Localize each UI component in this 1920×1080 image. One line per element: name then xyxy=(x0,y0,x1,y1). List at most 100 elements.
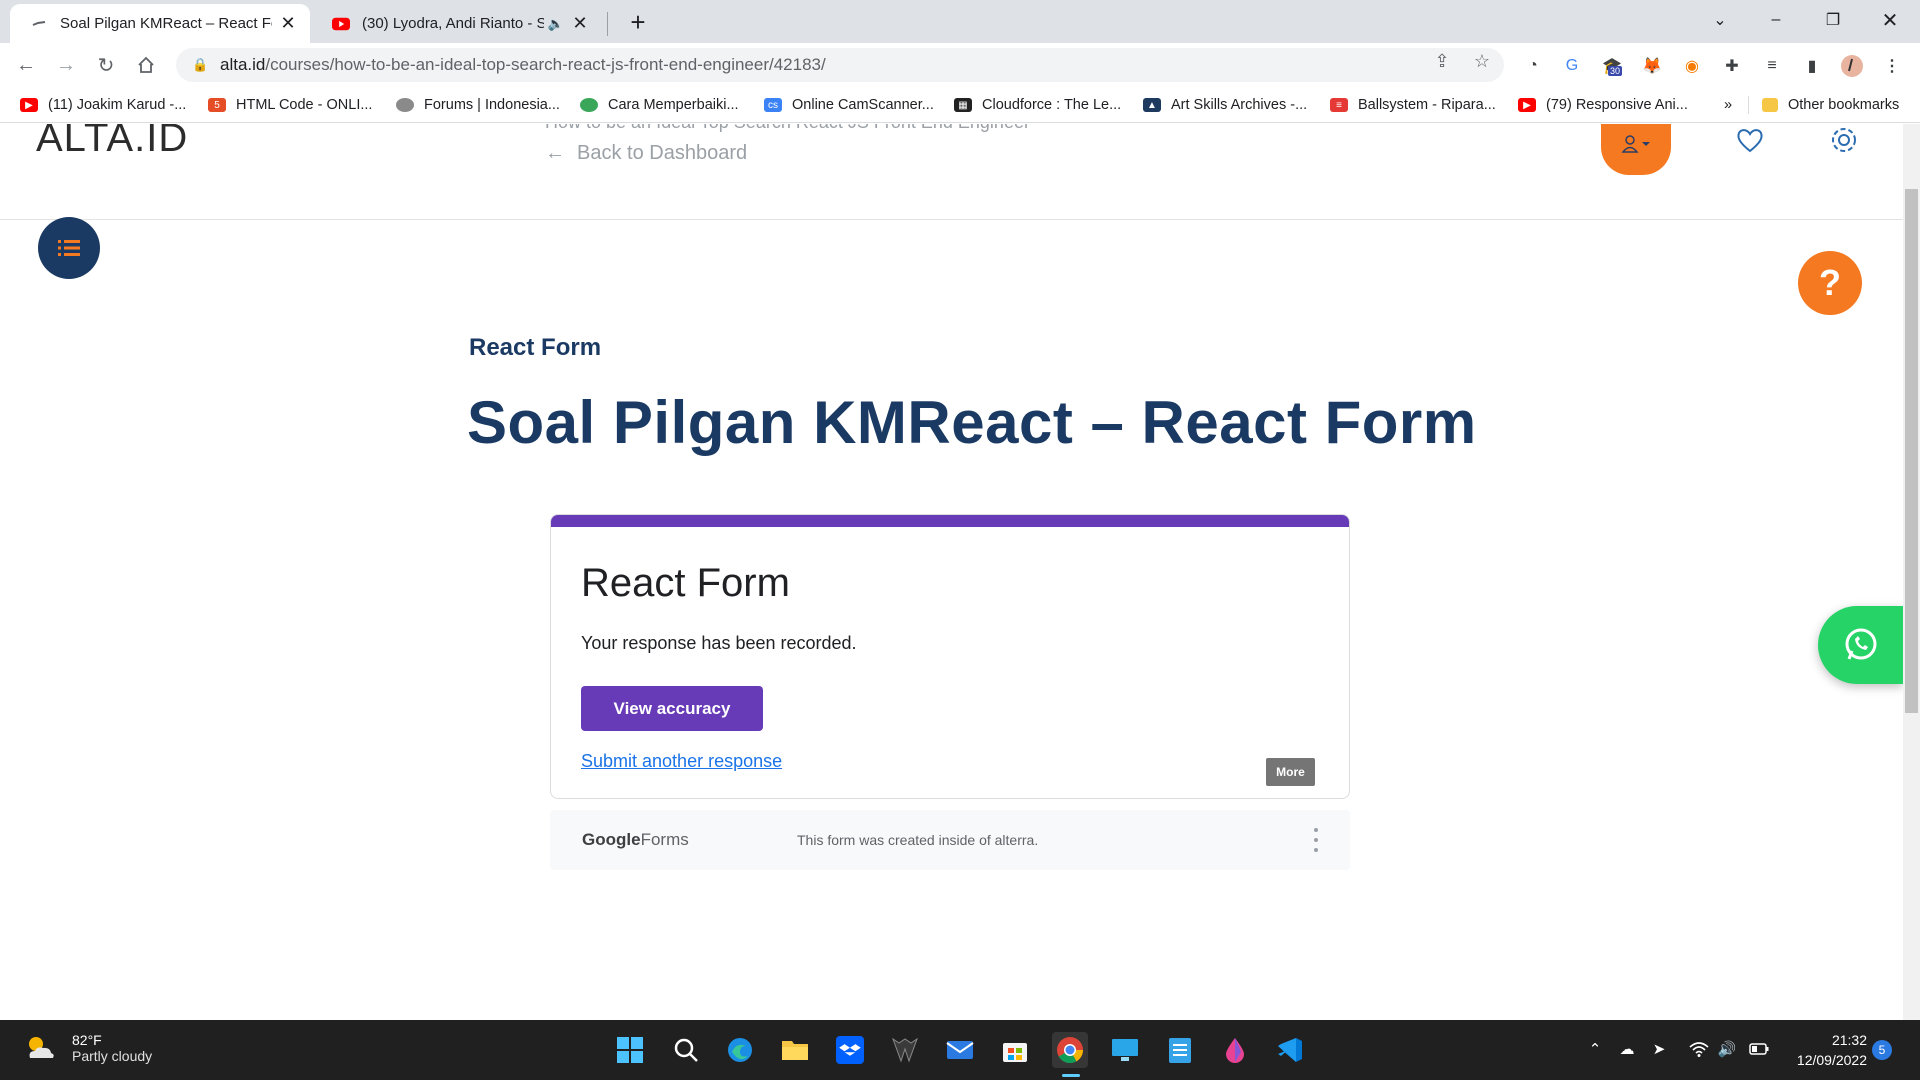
back-link-label: Back to Dashboard xyxy=(577,142,748,164)
extension-badge: 30 xyxy=(1608,66,1623,76)
bookmark-item[interactable]: ≡ Ballsystem - Ripara... xyxy=(1330,95,1496,115)
list-icon xyxy=(58,240,80,256)
chrome-icon[interactable] xyxy=(1052,1032,1088,1068)
forward-button[interactable]: → xyxy=(50,49,82,81)
chrome-menu-icon[interactable]: ⋮ xyxy=(1880,54,1904,78)
file-explorer-icon[interactable] xyxy=(777,1032,813,1068)
address-bar[interactable]: 🔒 alta.id/courses/how-to-be-an-ideal-top… xyxy=(176,48,1504,82)
submit-another-response-link[interactable]: Submit another response xyxy=(581,751,782,772)
back-button[interactable]: ← xyxy=(10,49,42,81)
user-icon xyxy=(1621,134,1650,153)
translate-extension-icon[interactable]: G xyxy=(1560,54,1584,78)
scholar-extension-icon[interactable]: 🎓 30 xyxy=(1600,54,1624,78)
speaker-icon[interactable]: 🔈 xyxy=(548,16,564,32)
extensions-puzzle-icon[interactable]: ✚ xyxy=(1720,54,1744,78)
profile-avatar[interactable] xyxy=(1840,54,1864,78)
course-title: How to be an Ideal Top Search React JS F… xyxy=(545,124,1030,133)
url-path: /courses/how-to-be-an-ideal-top-search-r… xyxy=(265,55,826,74)
home-icon xyxy=(138,56,154,73)
weather-condition: Partly cloudy xyxy=(72,1048,153,1064)
cloudforce-icon: ▦ xyxy=(954,98,972,112)
honey-extension-icon[interactable]: ◉ xyxy=(1680,54,1704,78)
home-button[interactable] xyxy=(130,49,162,81)
remote-desktop-icon[interactable] xyxy=(1107,1032,1143,1068)
youtube-icon: ▶ xyxy=(1518,98,1536,112)
dropbox-icon[interactable] xyxy=(832,1032,868,1068)
tab-inactive[interactable]: (30) Lyodra, Andi Rianto - Sa 🔈 ✕ xyxy=(312,4,602,43)
view-accuracy-button[interactable]: View accuracy xyxy=(581,686,763,731)
help-button[interactable]: ? xyxy=(1798,251,1862,315)
notification-badge[interactable]: 5 xyxy=(1872,1040,1892,1060)
back-to-dashboard-link[interactable]: ← Back to Dashboard xyxy=(545,142,747,165)
lock-icon[interactable]: 🔒 xyxy=(192,57,208,73)
speed-extension-icon[interactable]: ◔ xyxy=(1521,54,1545,78)
web-page: ALTA.ID How to be an Ideal Top Search Re… xyxy=(0,124,1920,1020)
onedrive-icon[interactable]: ☁ xyxy=(1616,1038,1638,1060)
reading-list-icon[interactable]: ≡ xyxy=(1760,54,1784,78)
google-form-embed: React Form Your response has been record… xyxy=(550,514,1350,924)
minimize-button[interactable]: – xyxy=(1748,0,1804,40)
weather-widget[interactable]: 82°F Partly cloudy xyxy=(24,1032,152,1064)
whatsapp-button[interactable] xyxy=(1818,606,1903,684)
metamask-extension-icon[interactable]: 🦊 xyxy=(1640,54,1664,78)
new-tab-button[interactable]: + xyxy=(622,6,654,38)
bookmark-item[interactable]: ▶ (11) Joakim Karud -... xyxy=(20,95,186,115)
site-logo[interactable]: ALTA.ID xyxy=(36,124,188,161)
more-options-icon[interactable] xyxy=(1312,828,1320,852)
form-accent-bar xyxy=(551,515,1349,527)
bookmark-item[interactable]: Forums | Indonesia... xyxy=(396,95,560,115)
mail-icon[interactable] xyxy=(942,1032,978,1068)
heart-icon[interactable] xyxy=(1734,124,1766,156)
browser-tab-strip: Soal Pilgan KMReact – React Forn ✕ (30) … xyxy=(0,0,1920,43)
start-button[interactable] xyxy=(612,1032,648,1068)
page-scrollbar[interactable] xyxy=(1903,124,1920,1020)
side-panel-icon[interactable]: ▮ xyxy=(1800,54,1824,78)
predator-sense-icon[interactable] xyxy=(887,1032,923,1068)
battery-icon[interactable] xyxy=(1748,1038,1770,1060)
volume-icon[interactable]: 🔊 xyxy=(1716,1038,1738,1060)
close-window-button[interactable]: ✕ xyxy=(1862,0,1918,40)
bookmark-item[interactable]: Cara Memperbaiki... xyxy=(580,95,739,115)
wifi-icon[interactable] xyxy=(1688,1038,1710,1060)
microsoft-store-icon[interactable] xyxy=(997,1032,1033,1068)
tab-active[interactable]: Soal Pilgan KMReact – React Forn ✕ xyxy=(10,4,310,43)
page-favicon-icon xyxy=(30,15,48,33)
site-header: ALTA.ID How to be an Ideal Top Search Re… xyxy=(0,124,1903,220)
user-menu-button[interactable] xyxy=(1601,124,1671,175)
other-bookmarks[interactable]: Other bookmarks xyxy=(1762,95,1899,115)
bookmark-star-icon[interactable]: ☆ xyxy=(1472,51,1492,71)
bookmark-item[interactable]: ▲ Art Skills Archives -... xyxy=(1143,95,1307,115)
notepad-icon[interactable] xyxy=(1162,1032,1198,1068)
tab-search-icon[interactable]: ⌄ xyxy=(1692,0,1748,40)
art-icon: ▲ xyxy=(1143,98,1161,112)
more-button[interactable]: More xyxy=(1266,758,1315,786)
bookmark-item[interactable]: cs Online CamScanner... xyxy=(764,95,934,115)
restore-button[interactable]: ❐ xyxy=(1805,0,1861,40)
telegram-icon[interactable]: ➤ xyxy=(1648,1038,1670,1060)
scrollbar-thumb[interactable] xyxy=(1905,189,1918,713)
google-forms-brand[interactable]: GoogleForms xyxy=(582,830,689,850)
youtube-icon xyxy=(332,15,350,33)
reload-button[interactable]: ↻ xyxy=(90,49,122,81)
close-tab-icon[interactable]: ✕ xyxy=(278,13,298,34)
paint-icon[interactable] xyxy=(1217,1032,1253,1068)
windows-taskbar: 82°F Partly cloudy ⌃ ☁ ➤ 🔊 21:32 12/09/2… xyxy=(0,1020,1920,1080)
vscode-icon[interactable] xyxy=(1272,1032,1308,1068)
edge-icon[interactable] xyxy=(722,1032,758,1068)
course-menu-button[interactable] xyxy=(38,217,100,279)
share-icon[interactable]: ⇪ xyxy=(1432,51,1452,71)
show-hidden-icons-icon[interactable]: ⌃ xyxy=(1584,1038,1606,1060)
leaf-icon xyxy=(580,98,598,112)
folder-icon xyxy=(1762,98,1778,112)
bookmarks-bar: ▶ (11) Joakim Karud -... 5 HTML Code - ONL… xyxy=(0,87,1920,123)
url-host: alta.id xyxy=(220,55,266,74)
bookmark-item[interactable]: ▦ Cloudforce : The Le... xyxy=(954,95,1121,115)
system-clock[interactable]: 21:32 12/09/2022 xyxy=(1785,1030,1867,1070)
bookmarks-overflow-button[interactable]: » xyxy=(1724,95,1732,115)
bookmark-item[interactable]: 5 HTML Code - ONLI... xyxy=(208,95,372,115)
windows-icon xyxy=(617,1037,643,1063)
settings-gear-icon[interactable] xyxy=(1828,124,1860,156)
bookmark-item[interactable]: ▶ (79) Responsive Ani... xyxy=(1518,95,1688,115)
close-tab-icon[interactable]: ✕ xyxy=(570,13,590,34)
search-icon[interactable] xyxy=(668,1032,704,1068)
